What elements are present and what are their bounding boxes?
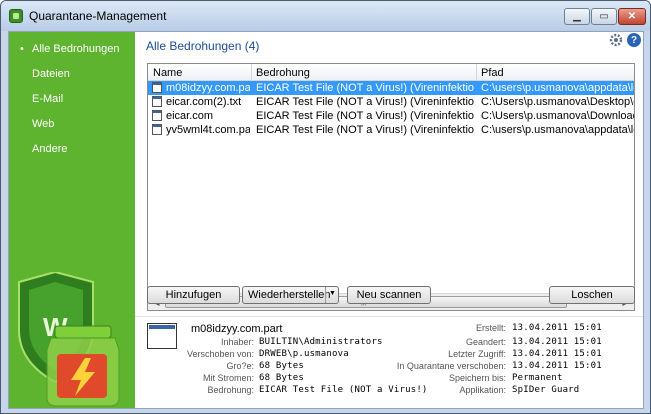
table-row[interactable]: eicar.com(2).txt EICAR Test File (NOT a …	[148, 95, 634, 109]
detail-label: Applikation:	[459, 385, 506, 395]
restore-button[interactable]: Wiederherstellen ▼	[242, 286, 339, 304]
detail-label: In Quarantane verschoben:	[396, 361, 506, 371]
column-header-path[interactable]: Pfad	[481, 67, 504, 79]
sidebar-item-email[interactable]: E-Mail	[32, 93, 63, 105]
detail-label: Geandert:	[465, 337, 506, 347]
restore-button-label: Wiederherstellen	[248, 289, 331, 301]
table-header: Name Bedrohung Pfad	[148, 64, 634, 81]
add-button[interactable]: Hinzufugen	[147, 286, 240, 304]
dropdown-arrow-icon[interactable]: ▼	[329, 290, 336, 297]
rescan-button[interactable]: Neu scannen	[347, 286, 431, 304]
details-panel: m08idzyy.com.part Inhaber: BUILTIN\Admin…	[135, 316, 643, 408]
file-icon	[152, 82, 162, 93]
sidebar: Alle Bedrohungen Dateien E-Mail Web Ande…	[9, 32, 135, 408]
detail-value: DRWEB\p.usmanova	[259, 349, 349, 359]
detail-value: 68 Bytes	[259, 361, 304, 371]
delete-button[interactable]: Loschen	[549, 286, 635, 304]
sidebar-item-dateien[interactable]: Dateien	[32, 68, 70, 80]
table-row[interactable]: eicar.com EICAR Test File (NOT a Virus!)…	[148, 109, 634, 123]
column-header-name[interactable]: Name	[153, 67, 182, 79]
file-icon	[152, 124, 162, 135]
client-area: Alle Bedrohungen Dateien E-Mail Web Ande…	[8, 31, 644, 409]
close-icon: ✕	[627, 11, 637, 22]
help-icon[interactable]: ?	[627, 33, 641, 47]
window-title: Quarantane-Management	[29, 9, 167, 23]
minimize-icon: ▁	[573, 11, 581, 22]
detail-label: Letzter Zugriff:	[448, 349, 506, 359]
maximize-button[interactable]: ▭	[591, 8, 617, 25]
detail-value: 13.04.2011 15:01	[512, 323, 602, 333]
page-title: Alle Bedrohungen (4)	[146, 39, 260, 53]
detail-value: Permanent	[512, 373, 563, 383]
detail-value: 13.04.2011 15:01	[512, 361, 602, 371]
column-header-threat[interactable]: Bedrohung	[256, 67, 310, 79]
detail-label: Inhaber:	[220, 337, 254, 347]
detail-value: BUILTIN\Administrators	[259, 337, 383, 347]
app-window: Quarantane-Management ▁ ▭ ✕ Alle Bedrohu…	[0, 0, 651, 414]
drweb-app-icon	[9, 9, 23, 23]
detail-value: EICAR Test File (NOT a Virus!)	[259, 385, 428, 395]
quarantine-jar-logo: W	[18, 272, 120, 407]
sidebar-item-andere[interactable]: Andere	[32, 143, 67, 155]
detail-value: 13.04.2011 15:01	[512, 349, 602, 359]
file-icon	[147, 323, 177, 349]
file-icon	[152, 110, 162, 121]
detail-filename: m08idzyy.com.part	[191, 323, 283, 335]
threats-table: Name Bedrohung Pfad m08idzyy.com.part EI…	[147, 63, 635, 311]
table-row[interactable]: yv5wml4t.com.part EICAR Test File (NOT a…	[148, 123, 634, 137]
detail-label: Erstellt:	[475, 323, 506, 333]
file-icon	[152, 96, 162, 107]
detail-label: Bedrohung:	[207, 385, 254, 395]
detail-label: Mit Stromen:	[202, 373, 254, 383]
close-button[interactable]: ✕	[618, 8, 646, 25]
detail-label: Gro?e:	[226, 361, 254, 371]
maximize-icon: ▭	[599, 11, 609, 22]
sidebar-item-alle-bedrohungen[interactable]: Alle Bedrohungen	[20, 43, 120, 55]
minimize-button[interactable]: ▁	[564, 8, 590, 25]
title-bar[interactable]: Quarantane-Management ▁ ▭ ✕	[1, 1, 650, 31]
detail-label: Verschoben von:	[186, 349, 254, 359]
settings-gear-icon[interactable]	[609, 33, 623, 47]
detail-value: 13.04.2011 15:01	[512, 337, 602, 347]
detail-value: 68 Bytes	[259, 373, 304, 383]
table-row[interactable]: m08idzyy.com.part EICAR Test File (NOT a…	[148, 81, 634, 95]
detail-label: Speichern bis:	[448, 373, 506, 383]
detail-value: SpIDer Guard	[512, 385, 580, 395]
sidebar-item-web[interactable]: Web	[32, 118, 54, 130]
